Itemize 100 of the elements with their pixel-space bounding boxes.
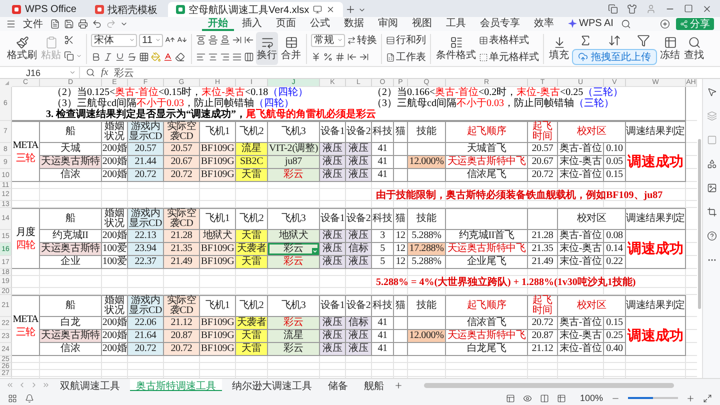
format-painter-button[interactable]: 格式刷 bbox=[6, 32, 38, 65]
new-tab-icon[interactable] bbox=[345, 4, 356, 15]
print-icon[interactable] bbox=[78, 19, 88, 29]
currency-icon[interactable] bbox=[311, 52, 321, 62]
ribbon-tab[interactable]: 视图 bbox=[406, 17, 438, 31]
name-box[interactable]: J16 bbox=[4, 67, 80, 78]
help-icon[interactable] bbox=[706, 231, 716, 241]
convert-icon[interactable] bbox=[347, 36, 356, 44]
share-icon[interactable] bbox=[680, 20, 688, 28]
fill-color-icon[interactable] bbox=[151, 52, 161, 62]
ribbon-tab[interactable]: WPS AI bbox=[562, 17, 620, 31]
align-middle-icon[interactable] bbox=[208, 35, 218, 45]
ribbon-tab[interactable]: 数据 bbox=[338, 17, 370, 31]
border-icon[interactable] bbox=[139, 52, 149, 62]
font-color-icon[interactable] bbox=[163, 52, 173, 62]
percent-icon[interactable] bbox=[323, 52, 333, 62]
sheet-tab[interactable]: 双航调速工具 bbox=[54, 379, 126, 391]
filter-icon[interactable] bbox=[637, 34, 650, 46]
align-top-icon[interactable] bbox=[196, 35, 206, 45]
shrink-font-icon[interactable] bbox=[177, 35, 187, 45]
caret-icon[interactable] bbox=[120, 20, 128, 28]
eye-icon[interactable] bbox=[522, 394, 532, 402]
shapes-icon[interactable] bbox=[706, 159, 716, 169]
upload-widget[interactable]: 拖拽至此上传 bbox=[572, 49, 657, 65]
maximize-icon[interactable] bbox=[684, 4, 693, 13]
table-style-button[interactable]: 表格样式 bbox=[479, 34, 529, 46]
sheet-tab[interactable]: 纳尔逊大调速工具 bbox=[226, 379, 318, 391]
ribbon-tab[interactable]: 效率 bbox=[528, 17, 560, 31]
search-icon[interactable] bbox=[621, 19, 632, 29]
cell-icon[interactable] bbox=[479, 52, 488, 62]
sum-icon[interactable] bbox=[579, 34, 592, 46]
close-icon[interactable] bbox=[702, 4, 712, 14]
align-right-icon[interactable] bbox=[220, 52, 230, 62]
sheet-tab[interactable]: 奥古斯特调速工具 bbox=[130, 379, 222, 391]
ribbon-tab[interactable]: 公式 bbox=[304, 17, 336, 31]
layout-icon[interactable] bbox=[8, 394, 17, 402]
align-left-icon[interactable] bbox=[196, 52, 206, 62]
outdent-icon[interactable] bbox=[244, 35, 254, 45]
list-icon[interactable] bbox=[450, 36, 462, 49]
number-format-select[interactable]: 常规 bbox=[311, 34, 345, 46]
window-icon[interactable] bbox=[608, 4, 618, 14]
justify-icon[interactable] bbox=[232, 52, 242, 62]
eraser-icon[interactable] bbox=[175, 52, 185, 62]
grid-view-icon[interactable] bbox=[556, 394, 566, 402]
image-icon[interactable] bbox=[706, 183, 716, 193]
strikethrough-icon[interactable] bbox=[127, 52, 137, 62]
fill-button[interactable]: 填充 bbox=[548, 32, 570, 65]
sheet-tab[interactable]: 舰船 bbox=[358, 379, 390, 391]
ribbon-tab[interactable]: 插入 bbox=[236, 17, 268, 31]
fill-options-icon[interactable] bbox=[312, 248, 318, 254]
italic-icon[interactable] bbox=[103, 52, 113, 62]
window-tab[interactable]: WPS Office bbox=[4, 2, 84, 17]
window-tab[interactable]: 找稻壳模板 bbox=[86, 2, 166, 17]
wrap-text-icon[interactable] bbox=[260, 36, 274, 49]
align-bottom-icon[interactable] bbox=[220, 35, 230, 45]
share-button[interactable]: 分享 bbox=[676, 18, 714, 30]
add-icon[interactable] bbox=[660, 19, 670, 29]
bell-icon[interactable] bbox=[25, 394, 34, 402]
file-menu[interactable]: 文件 bbox=[20, 17, 46, 31]
window-tab[interactable]: 空母航队调速工具Ver4.xlsx bbox=[168, 2, 344, 17]
font-select[interactable]: 宋体 bbox=[91, 34, 137, 46]
brush-icon[interactable] bbox=[16, 36, 28, 49]
conditional-format-button[interactable]: 条件格式 bbox=[435, 32, 477, 65]
scrollbar-thumb[interactable] bbox=[424, 382, 674, 388]
find-button[interactable]: 查找 bbox=[683, 32, 705, 65]
zoom-level-text[interactable]: 100% bbox=[580, 393, 603, 403]
copy-icon[interactable] bbox=[64, 50, 74, 60]
cloud-upload-icon[interactable] bbox=[578, 52, 588, 62]
indent-icon[interactable] bbox=[232, 35, 242, 45]
skin-icon[interactable] bbox=[627, 4, 637, 14]
zoom-in-icon[interactable] bbox=[686, 394, 695, 402]
sheet-tab[interactable]: 储备 bbox=[322, 379, 354, 391]
convert-button[interactable]: 转换 bbox=[347, 34, 377, 46]
font-size-select[interactable]: 11 bbox=[139, 34, 163, 46]
document-icon[interactable] bbox=[50, 19, 60, 29]
freeze-button[interactable]: 冻结 bbox=[659, 32, 681, 65]
table-icon[interactable] bbox=[479, 36, 488, 44]
underline-icon[interactable] bbox=[115, 52, 125, 62]
sort-icon[interactable] bbox=[608, 34, 621, 46]
monitor-icon[interactable] bbox=[313, 5, 322, 14]
undo-icon[interactable] bbox=[92, 19, 102, 29]
rows-columns-button[interactable]: 行和列 bbox=[386, 34, 426, 46]
cell-style-button[interactable]: 单元格样式 bbox=[479, 50, 539, 64]
ribbon-tab[interactable]: 会员专享 bbox=[474, 17, 526, 31]
ribbon-tab[interactable]: 审阅 bbox=[372, 17, 404, 31]
distribute-icon[interactable] bbox=[244, 52, 254, 62]
close-icon[interactable] bbox=[326, 5, 336, 14]
merge-icon[interactable] bbox=[284, 36, 298, 49]
ribbon-tab[interactable]: 工具 bbox=[440, 17, 472, 31]
bold-icon[interactable] bbox=[91, 52, 101, 62]
merge-button[interactable]: 合并 bbox=[280, 32, 302, 65]
save-icon[interactable] bbox=[64, 19, 74, 29]
previous-sheet-icon[interactable] bbox=[18, 381, 26, 389]
caret-icon[interactable] bbox=[69, 69, 76, 76]
add-sheet-icon[interactable] bbox=[394, 380, 403, 390]
pointer-icon[interactable] bbox=[706, 87, 716, 97]
page-view-icon[interactable] bbox=[540, 394, 549, 402]
formula-field[interactable]: 彩云 bbox=[114, 66, 134, 80]
ribbon-tab[interactable]: 页面 bbox=[270, 17, 302, 31]
fill-down-icon[interactable] bbox=[552, 36, 566, 49]
